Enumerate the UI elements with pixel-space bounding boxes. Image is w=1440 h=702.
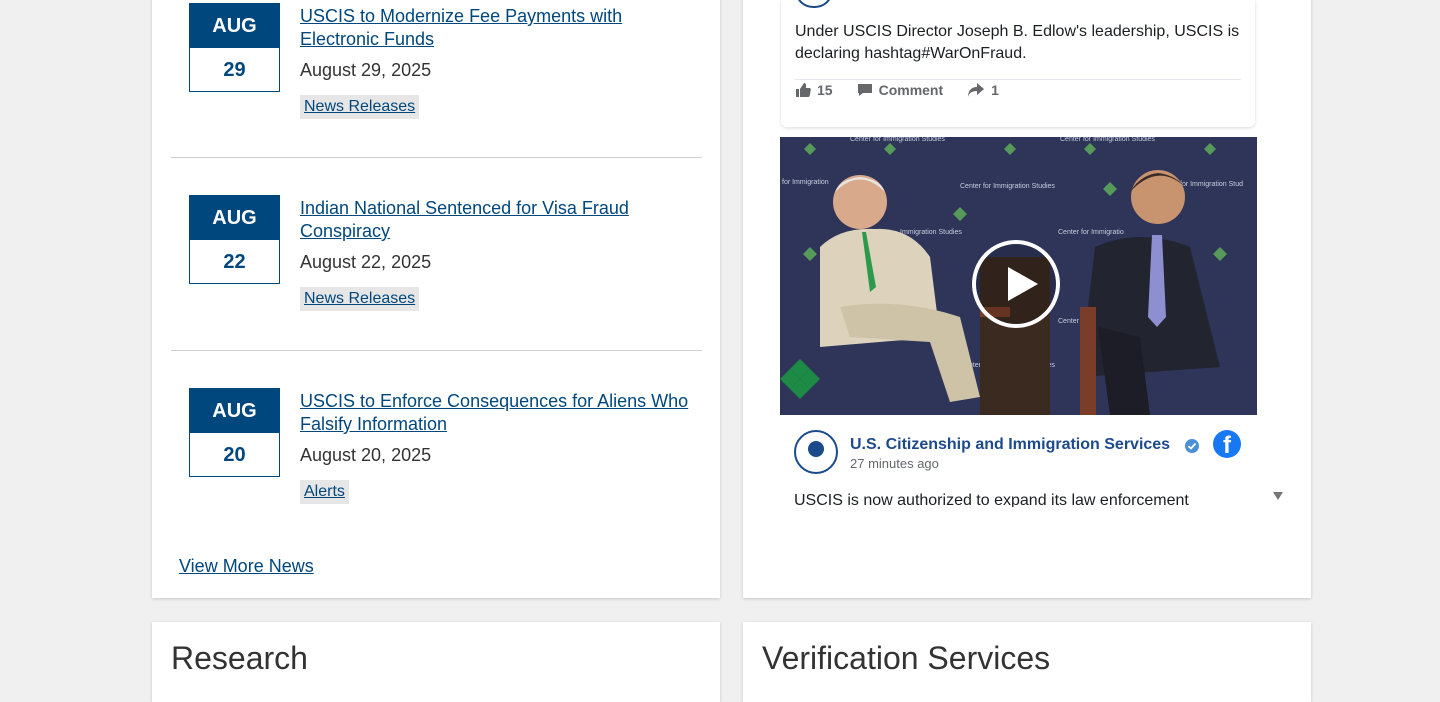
date-day: 22 (223, 250, 246, 273)
facebook-icon[interactable]: f (1213, 430, 1241, 458)
news-tag-link[interactable]: News Releases (300, 287, 420, 311)
post-text: Under USCIS Director Joseph B. Edlow's l… (795, 23, 1240, 62)
date-badge: AUG 22 (189, 195, 280, 284)
comment-icon (857, 84, 872, 96)
svg-text:Center for Immigration Studies: Center for Immigration Studies (850, 137, 945, 143)
share-count: 1 (991, 82, 999, 98)
news-title-link[interactable]: USCIS to Enforce Consequences for Aliens… (300, 390, 700, 436)
svg-text:Center for Immigratio: Center for Immigratio (1058, 229, 1124, 236)
facebook-post: Under USCIS Director Joseph B. Edlow's l… (781, 0, 1255, 127)
svg-text:for Immigration Stud: for Immigration Stud (1180, 181, 1243, 188)
news-title-link[interactable]: USCIS to Modernize Fee Payments with Ele… (300, 5, 700, 51)
verification-services-card: Verification Services (743, 622, 1311, 702)
svg-text:Center for Immigration Studies: Center for Immigration Studies (960, 183, 1055, 190)
svg-text:Center for Immigration Studies: Center for Immigration Studies (1060, 137, 1155, 143)
news-tag-link[interactable]: Alerts (300, 480, 349, 504)
date-day: 29 (223, 58, 246, 81)
seal-icon (808, 441, 824, 457)
comment-button[interactable]: Comment (857, 82, 944, 98)
scroll-down-icon[interactable] (1273, 492, 1283, 500)
comment-label: Comment (878, 82, 944, 98)
divider (795, 79, 1241, 80)
date-month: AUG (190, 4, 279, 48)
post-actions: 15 Comment 1 (795, 82, 1023, 98)
play-icon (1008, 267, 1038, 301)
facebook-feed-card: Under USCIS Director Joseph B. Edlow's l… (743, 0, 1311, 598)
news-date: August 20, 2025 (300, 445, 432, 465)
verified-icon (1185, 439, 1199, 453)
news-tag-link[interactable]: News Releases (300, 95, 420, 119)
play-button[interactable] (972, 240, 1060, 328)
date-day: 20 (223, 443, 246, 466)
divider (171, 350, 702, 351)
news-date: August 22, 2025 (300, 252, 432, 272)
avatar (795, 0, 833, 8)
video-player[interactable]: Center for Immigration Studies Center fo… (780, 137, 1257, 415)
news-card: AUG 29 USCIS to Modernize Fee Payments w… (152, 0, 720, 598)
date-month: AUG (190, 389, 279, 433)
facebook-embed[interactable]: Under USCIS Director Joseph B. Edlow's l… (771, 0, 1283, 507)
research-card: Research (152, 622, 720, 702)
svg-text:Immigration Studies: Immigration Studies (900, 229, 962, 236)
date-month: AUG (190, 196, 279, 240)
date-badge: AUG 20 (189, 388, 280, 477)
divider (171, 157, 702, 158)
facebook-post: U.S. Citizenship and Immigration Service… (780, 415, 1257, 507)
section-title: Research (171, 640, 308, 676)
news-date: August 29, 2025 (300, 60, 432, 80)
svg-text:for Immigration: for Immigration (782, 179, 829, 186)
page-name-link[interactable]: U.S. Citizenship and Immigration Service… (850, 436, 1170, 454)
like-button[interactable]: 15 (795, 82, 833, 98)
share-icon (968, 83, 985, 97)
post-text: USCIS is now authorized to expand its la… (794, 492, 1189, 507)
view-more-news-link[interactable]: View More News (179, 556, 314, 577)
share-button[interactable]: 1 (967, 82, 999, 98)
thumbs-up-icon (796, 83, 811, 97)
news-title-link[interactable]: Indian National Sentenced for Visa Fraud… (300, 197, 700, 243)
avatar[interactable] (794, 430, 838, 474)
section-title: Verification Services (762, 640, 1051, 676)
date-badge: AUG 29 (189, 3, 280, 92)
like-count: 15 (817, 82, 833, 98)
post-timestamp: 27 minutes ago (850, 456, 939, 471)
